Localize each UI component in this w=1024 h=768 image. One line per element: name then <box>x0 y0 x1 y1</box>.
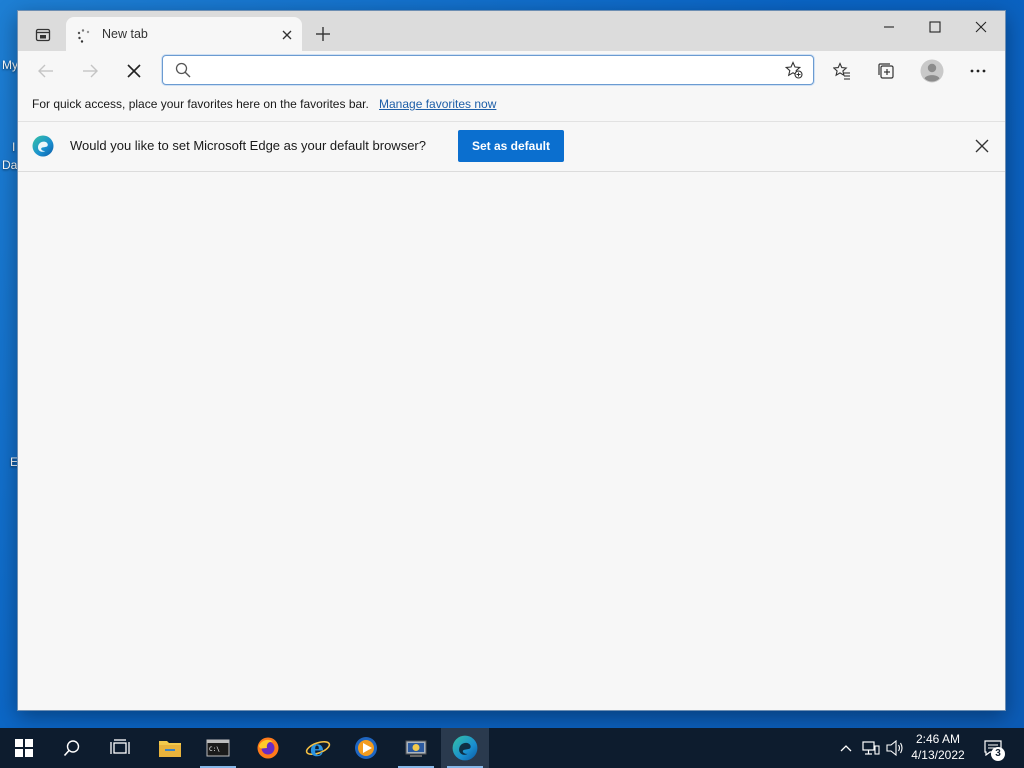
infobar-close-button[interactable] <box>972 136 992 156</box>
navigation-toolbar <box>18 51 1005 91</box>
tab-new-tab[interactable]: New tab <box>66 17 302 53</box>
desktop-label-my[interactable]: My <box>2 58 18 72</box>
favorites-bar: For quick access, place your favorites h… <box>18 91 1005 122</box>
close-icon <box>282 30 292 40</box>
favorites-button[interactable] <box>826 55 858 87</box>
close-icon <box>975 139 989 153</box>
manage-favorites-link[interactable]: Manage favorites now <box>379 97 496 111</box>
favorites-icon <box>833 62 850 80</box>
settings-more-button[interactable] <box>962 55 994 87</box>
stop-loading-button[interactable] <box>118 55 150 87</box>
firefox-app[interactable] <box>244 728 292 768</box>
terminal-icon: C:\ <box>206 739 230 757</box>
internet-explorer-app[interactable]: e <box>294 728 342 768</box>
svg-text:C:\: C:\ <box>209 746 220 753</box>
firefox-icon <box>257 737 279 759</box>
chevron-up-icon <box>840 745 852 752</box>
edge-logo-icon <box>32 135 54 157</box>
internet-explorer-icon: e <box>305 736 331 760</box>
search-icon <box>175 62 191 78</box>
loading-spinner-icon <box>77 29 90 43</box>
more-dots-icon <box>970 69 986 73</box>
arrow-right-icon <box>83 64 98 78</box>
volume-control[interactable] <box>884 728 906 768</box>
network-tool-icon <box>405 740 427 757</box>
volume-icon <box>886 740 903 756</box>
arrow-left-icon <box>38 64 53 78</box>
profile-button[interactable] <box>916 55 948 87</box>
set-as-default-button[interactable]: Set as default <box>458 130 564 162</box>
terminal-app[interactable]: C:\ <box>194 728 242 768</box>
network-tool-app[interactable] <box>392 728 440 768</box>
add-favorite-icon[interactable] <box>785 61 803 79</box>
tab-close-button[interactable] <box>278 26 296 44</box>
minimize-icon <box>884 26 894 28</box>
notification-count-badge: 3 <box>991 747 1005 761</box>
edge-app[interactable] <box>441 728 489 768</box>
plus-icon <box>316 27 330 41</box>
maximize-button[interactable] <box>912 13 958 41</box>
tab-title: New tab <box>102 27 148 41</box>
clock-time: 2:46 AM <box>915 732 961 746</box>
infobar-message: Would you like to set Microsoft Edge as … <box>70 138 426 153</box>
file-explorer-app[interactable] <box>146 728 194 768</box>
edge-icon <box>452 735 478 761</box>
minimize-button[interactable] <box>866 13 912 41</box>
taskbar: C:\ e 2:46 AM 4/13/2022 <box>0 728 1024 768</box>
collections-button[interactable] <box>870 55 902 87</box>
folder-icon <box>159 741 181 757</box>
address-bar[interactable] <box>162 55 814 85</box>
forward-button[interactable] <box>74 55 106 87</box>
windows-logo-icon <box>15 739 33 757</box>
edge-window: New tab For quick access, place your fav… <box>17 10 1006 711</box>
close-icon <box>975 21 987 33</box>
media-player-icon <box>355 737 377 759</box>
default-browser-infobar: Would you like to set Microsoft Edge as … <box>18 122 1005 172</box>
task-view-icon <box>110 739 130 754</box>
tab-actions-button[interactable] <box>30 23 56 47</box>
close-icon <box>127 64 141 78</box>
start-button[interactable] <box>0 728 48 768</box>
desktop-label-da[interactable]: Da <box>2 158 17 172</box>
show-hidden-icons-button[interactable] <box>836 728 856 768</box>
svg-text:e: e <box>310 736 324 760</box>
page-content[interactable] <box>18 172 1005 710</box>
network-icon <box>862 741 880 755</box>
tab-actions-icon <box>35 28 51 42</box>
clock-date: 4/13/2022 <box>911 748 965 762</box>
favorites-bar-message: For quick access, place your favorites h… <box>32 97 369 111</box>
maximize-icon <box>929 21 941 33</box>
title-bar: New tab <box>18 11 1005 53</box>
system-clock[interactable]: 2:46 AM 4/13/2022 <box>906 731 970 763</box>
search-button[interactable] <box>48 728 96 768</box>
back-button[interactable] <box>30 55 62 87</box>
desktop-label-i[interactable]: I <box>12 140 15 154</box>
media-player-app[interactable] <box>342 728 390 768</box>
task-view-button[interactable] <box>96 728 144 768</box>
search-icon <box>63 740 80 757</box>
network-status[interactable] <box>860 728 882 768</box>
address-input[interactable] <box>197 59 781 83</box>
avatar-icon <box>920 59 944 83</box>
collections-icon <box>878 63 894 79</box>
window-close-button[interactable] <box>958 13 1004 41</box>
new-tab-button[interactable] <box>312 23 334 45</box>
